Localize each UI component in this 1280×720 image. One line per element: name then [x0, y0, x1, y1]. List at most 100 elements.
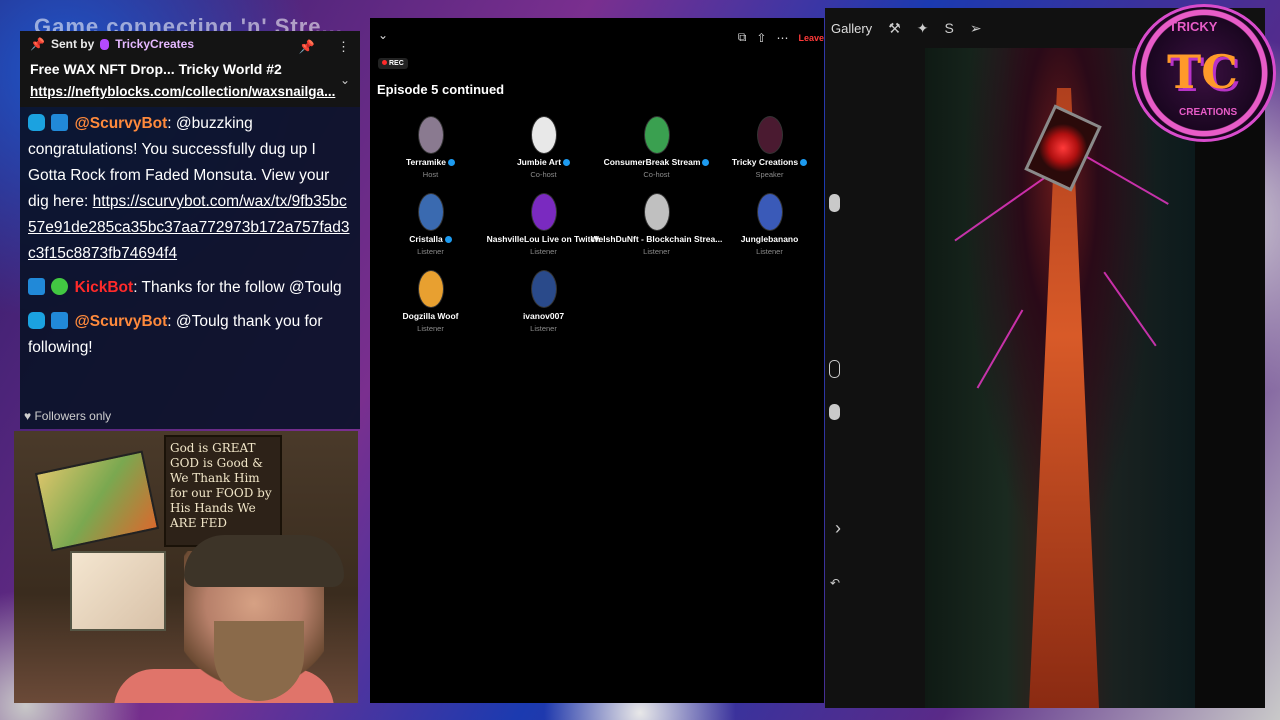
space-actions: ⧉ ⇧ ⋯ Leave [738, 30, 824, 45]
wall-sign: God is GREAT GOD is Good & We Thank Him … [164, 435, 282, 547]
avatar[interactable] [530, 116, 557, 154]
transform-icon[interactable]: ➢ [970, 20, 982, 37]
chat-message: @ScurvyBot: @Toulg thank you for followi… [28, 309, 352, 361]
paint-stroke [954, 176, 1046, 242]
participant-role: Listener [643, 247, 670, 256]
avatar[interactable] [643, 116, 670, 154]
chat-overlay: 📌 Sent by TrickyCreates 📌 ⋮ Free WAX NFT… [20, 31, 360, 429]
participant-role: Listener [417, 324, 444, 333]
streamer-cap [184, 535, 344, 587]
bot-badge-icon [28, 312, 45, 329]
unpin-icon[interactable]: 📌 [299, 39, 315, 55]
verified-icon [800, 159, 808, 166]
recording-badge: REC [378, 58, 408, 69]
participant-name: ConsumerBreak Stream [603, 157, 701, 167]
chat-username[interactable]: @ScurvyBot [75, 313, 168, 330]
logo-monogram: TC [1167, 45, 1238, 99]
modify-button[interactable] [829, 360, 840, 378]
sent-by-label: Sent by [50, 37, 95, 51]
participant-role: Listener [530, 247, 557, 256]
participant[interactable]: Jumbie Art Co-host [487, 116, 600, 179]
user-avatar-icon [100, 38, 110, 50]
chat-username[interactable]: @ScurvyBot [75, 115, 168, 132]
followers-only-label: Followers only [34, 409, 112, 423]
avatar[interactable] [643, 193, 670, 231]
participant-name: Tricky Creations [731, 157, 799, 167]
participant-name: Junglebanano [740, 234, 799, 244]
painted-eye [1024, 104, 1102, 192]
participant[interactable]: ivanov007 Listener [487, 270, 600, 333]
participant[interactable]: Junglebanano Listener [713, 193, 826, 256]
avatar[interactable] [530, 270, 557, 308]
avatar[interactable] [756, 116, 783, 154]
pinned-link[interactable]: https://neftyblocks.com/collection/waxsn… [30, 84, 350, 99]
spaces-panel: ⌄ ⧉ ⇧ ⋯ Leave REC Episode 5 continued Te… [370, 18, 824, 703]
more-options-icon[interactable]: ⋮ [337, 39, 350, 55]
share-icon[interactable]: ⇧ [756, 31, 766, 45]
logo-top-text: TRICKY [1169, 19, 1218, 34]
chat-username[interactable]: KickBot [75, 279, 134, 296]
expand-icon[interactable]: ⧉ [738, 30, 747, 45]
opacity-slider[interactable] [829, 404, 840, 420]
avatar[interactable] [756, 193, 783, 231]
wall-art [70, 551, 166, 631]
avatar[interactable] [417, 116, 444, 154]
pin-icon: 📌 [30, 37, 45, 51]
participant[interactable]: WelshDuNft - Blockchain Strea... Listene… [591, 193, 722, 256]
minimize-chevron-icon[interactable]: ⌄ [378, 28, 388, 42]
paint-stroke [1103, 271, 1157, 347]
magic-wand-icon[interactable]: ✦ [917, 20, 929, 37]
verified-icon [448, 159, 455, 166]
pinned-sender-name[interactable]: TrickyCreates [115, 37, 194, 51]
paint-stroke [1081, 153, 1169, 205]
participant-role: Host [422, 170, 439, 179]
participant-role: Listener [756, 247, 783, 256]
pinned-title: Free WAX NFT Drop... Tricky World #2 [30, 61, 282, 77]
brush-size-slider[interactable] [829, 194, 840, 212]
participant-name: Jumbie Art [516, 157, 562, 167]
participant-name: Terramike [405, 157, 446, 167]
verified-badge-icon [51, 278, 69, 295]
chat-text: : Thanks for the follow @Toulg [133, 279, 342, 296]
participant[interactable]: Dogzilla Woof Listener [374, 270, 487, 333]
chat-message: @ScurvyBot: @buzzking congratulations! Y… [28, 111, 352, 267]
heart-icon: ♥ [24, 409, 32, 423]
rec-label: REC [389, 60, 404, 67]
chat-text: : @Toulg thank you for following! [28, 313, 323, 356]
pinned-actions: 📌 ⋮ [299, 39, 350, 55]
participant[interactable]: Terramike Host [374, 116, 487, 179]
chevron-right-icon[interactable]: › [835, 518, 841, 539]
participant-role: Co-host [643, 170, 670, 179]
avatar[interactable] [417, 193, 444, 231]
chat-messages: @ScurvyBot: @buzzking congratulations! Y… [20, 107, 360, 361]
participant[interactable]: Tricky Creations Speaker [713, 116, 826, 179]
avatar[interactable] [530, 193, 557, 231]
space-title: Episode 5 continued [377, 82, 505, 97]
gallery-button[interactable]: Gallery [831, 21, 872, 36]
more-icon[interactable]: ⋯ [776, 31, 788, 45]
leave-button[interactable]: Leave [798, 33, 824, 43]
procreate-sidebar: › ↶ [825, 48, 925, 708]
webcam-feed: God is GREAT GOD is Good & We Thank Him … [14, 431, 358, 703]
participant[interactable]: ConsumerBreak Stream Co-host [600, 116, 713, 179]
avatar[interactable] [417, 270, 444, 308]
pinned-message[interactable]: 📌 Sent by TrickyCreates 📌 ⋮ Free WAX NFT… [20, 31, 360, 107]
wall-poster [34, 450, 160, 552]
moderator-badge-icon [51, 312, 69, 329]
participant-role: Listener [417, 247, 444, 256]
participant[interactable]: NashvilleLou Live on Twitch Listener [487, 193, 600, 256]
paint-stroke [976, 309, 1024, 389]
participant-name: ivanov007 [522, 311, 565, 321]
participant[interactable]: Cristalla Listener [374, 193, 487, 256]
participant-name: WelshDuNft - Blockchain Strea... [590, 234, 723, 244]
undo-icon[interactable]: ↶ [830, 576, 840, 590]
wrench-icon[interactable]: ⚒ [888, 20, 901, 37]
participant-role: Listener [530, 324, 557, 333]
selection-icon[interactable]: S [944, 20, 953, 36]
participant-name: NashvilleLou Live on Twitch [486, 234, 601, 244]
participant-role: Co-host [530, 170, 557, 179]
moderator-badge-icon [28, 278, 45, 295]
verified-icon [563, 159, 571, 166]
drawing-canvas[interactable] [925, 48, 1195, 708]
chevron-down-icon[interactable]: ⌄ [340, 73, 350, 87]
